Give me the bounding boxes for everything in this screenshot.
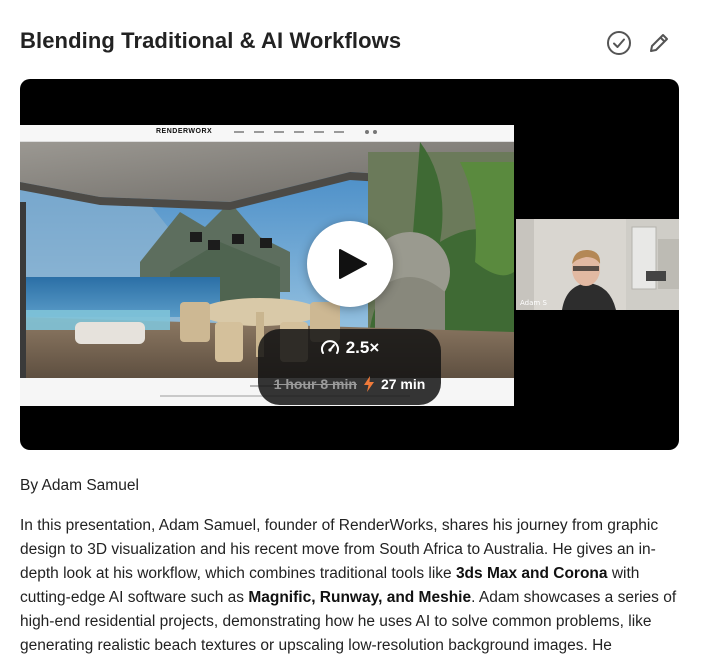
- slide-nav: [234, 131, 344, 133]
- webcam-participant-name: Adam S: [520, 299, 547, 307]
- description-bold-1: 3ds Max and Corona: [455, 565, 608, 582]
- presenter-webcam: Adam S: [516, 219, 679, 310]
- description-bold-2: Magnific, Runway, and Meshie: [248, 589, 472, 606]
- author-byline: By Adam Samuel: [20, 477, 139, 494]
- check-circle-icon[interactable]: [605, 29, 633, 57]
- description: In this presentation, Adam Samuel, found…: [20, 514, 680, 658]
- pencil-icon[interactable]: [645, 29, 673, 57]
- accelerated-duration: 27 min: [380, 376, 426, 392]
- play-icon: [338, 249, 367, 279]
- slide-website-header: RENDERWORX: [20, 125, 514, 142]
- lightning-bolt-icon: [363, 376, 375, 392]
- video-player[interactable]: RENDERWORX Adam S 2.5× 1 hour 8 min 27 m…: [20, 79, 679, 450]
- speed-summary-badge: 2.5× 1 hour 8 min 27 min: [258, 329, 441, 405]
- slide-logo: RENDERWORX: [156, 128, 213, 135]
- slide-header-icons: [365, 130, 377, 134]
- original-duration: 1 hour 8 min: [273, 376, 357, 392]
- play-button[interactable]: [307, 221, 393, 307]
- speedometer-icon: [320, 340, 339, 354]
- page-title: Blending Traditional & AI Workflows: [20, 28, 402, 53]
- playback-speed: 2.5×: [345, 338, 380, 357]
